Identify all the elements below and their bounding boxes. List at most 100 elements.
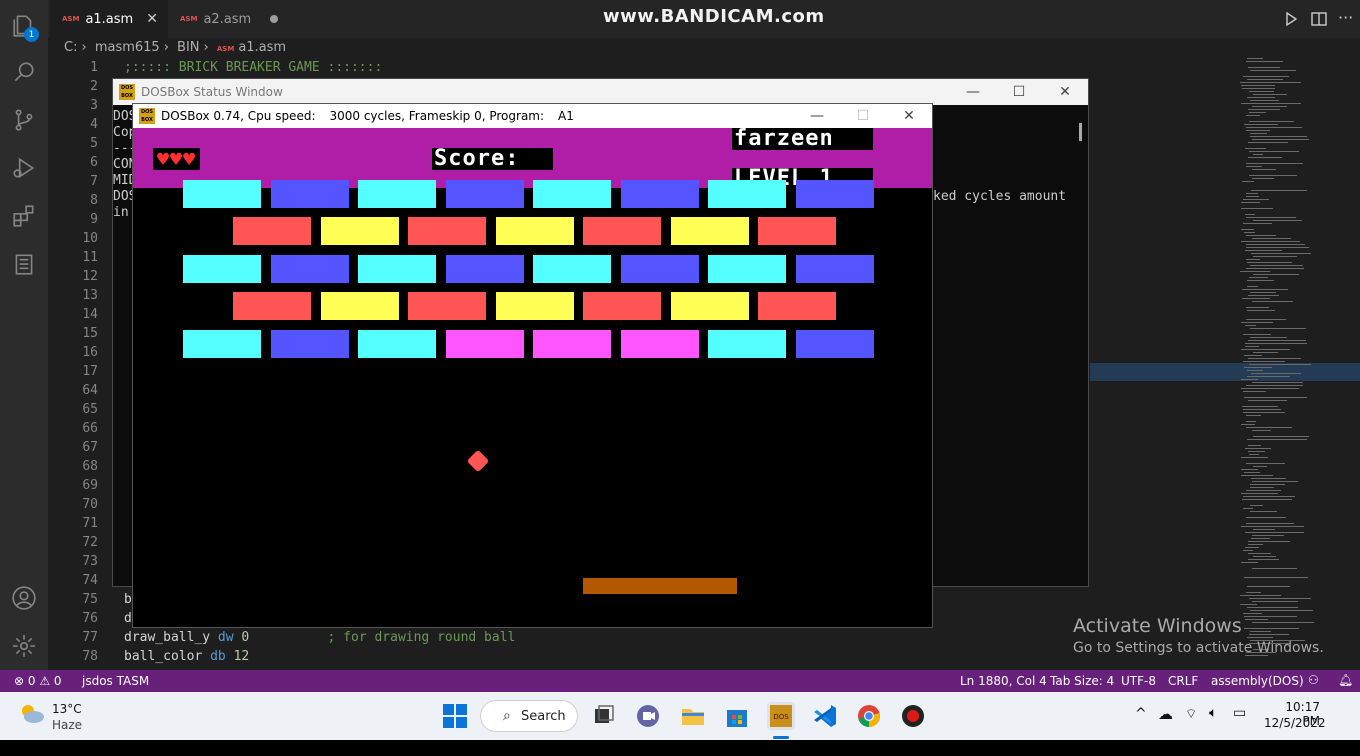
minimap-line <box>1248 142 1288 143</box>
minimap-line <box>1253 529 1275 530</box>
split-editor-icon[interactable] <box>1310 10 1328 28</box>
minimap-line <box>1246 427 1292 428</box>
encoding[interactable]: UTF-8 <box>1121 674 1156 688</box>
minimap-line <box>1243 199 1269 200</box>
breadcrumb-item[interactable]: a1.asm <box>238 40 286 55</box>
brick <box>183 180 261 208</box>
record-icon[interactable] <box>899 702 927 730</box>
breadcrumb: C: › masm615 › BIN › ASM a1.asm <box>64 40 290 55</box>
file-explorer-icon[interactable] <box>679 702 707 730</box>
taskbar-search[interactable]: ⌕ Search <box>480 700 578 732</box>
volume-icon[interactable]: 🔈︎ <box>1209 705 1217 721</box>
line-ending[interactable]: CRLF <box>1168 674 1198 688</box>
minimap-line <box>1253 274 1299 275</box>
minimap-line <box>1248 358 1301 359</box>
clock-date[interactable]: 12/5/2022 <box>1264 716 1326 730</box>
brick <box>620 180 699 208</box>
microsoft-store-icon[interactable] <box>723 702 751 730</box>
windows-start-icon[interactable] <box>441 702 469 730</box>
minimap-line <box>1247 97 1275 98</box>
brick <box>533 330 611 358</box>
minimap-line <box>1244 124 1278 125</box>
source-control-icon[interactable] <box>8 104 40 136</box>
feedback-icon[interactable]: ⚇ <box>1308 673 1319 687</box>
activity-bar: 1 <box>0 0 48 670</box>
close-button[interactable]: ✕ <box>1042 79 1088 105</box>
wifi-icon[interactable]: ⌔ <box>1185 706 1197 722</box>
teams-chat-icon[interactable] <box>634 702 662 730</box>
tab-a2[interactable]: ASM a2.asm <box>168 0 290 38</box>
minimize-button[interactable]: — <box>794 104 840 128</box>
minimap[interactable] <box>1232 58 1350 670</box>
brick <box>583 292 661 320</box>
weather-temp[interactable]: 13°C <box>52 702 82 716</box>
tab-a1[interactable]: ASM a1.asm ✕ <box>50 0 168 38</box>
extensions-icon[interactable] <box>8 200 40 232</box>
problems-indicator[interactable]: ⊗ 0 ⚠ 0 <box>14 674 62 688</box>
minimap-line <box>1251 373 1301 374</box>
weather-desc[interactable]: Haze <box>52 718 82 732</box>
minimap-line <box>1245 343 1307 344</box>
minimap-line <box>1241 379 1258 380</box>
settings-gear-icon[interactable] <box>8 630 40 662</box>
chevron-up-icon[interactable]: ^ <box>1135 706 1147 722</box>
minimap-line <box>1248 541 1290 542</box>
scrollbar-thumb[interactable] <box>1079 123 1082 141</box>
brick <box>795 330 874 358</box>
search-label: Search <box>521 708 566 724</box>
task-view-icon[interactable] <box>590 702 618 730</box>
explorer-icon[interactable]: 1 <box>8 10 40 42</box>
minimap-line <box>1252 568 1297 569</box>
search-icon[interactable] <box>8 56 40 88</box>
dosbox-title-program: A1 <box>558 109 574 123</box>
tab-size[interactable]: Tab Size: 4 <box>1050 674 1114 688</box>
cursor-position[interactable]: Ln 1880, Col 4 <box>960 674 1047 688</box>
minimap-line <box>1250 328 1306 329</box>
brick <box>183 255 261 283</box>
chevron-right-icon: › <box>81 40 87 55</box>
minimap-line <box>1242 181 1254 182</box>
chrome-icon[interactable] <box>855 702 883 730</box>
maximize-button[interactable]: ☐ <box>840 104 886 128</box>
minimap-line <box>1245 448 1271 449</box>
weather-haze-icon[interactable] <box>18 702 46 726</box>
breadcrumb-item[interactable]: C: <box>64 40 77 55</box>
language-mode[interactable]: assembly(DOS) <box>1211 674 1304 688</box>
run-icon[interactable] <box>1282 10 1300 28</box>
vscode-icon[interactable] <box>811 702 839 730</box>
breadcrumb-item[interactable]: BIN <box>177 40 199 55</box>
brick <box>670 217 749 245</box>
paddle[interactable] <box>583 578 737 594</box>
account-icon[interactable] <box>8 582 40 614</box>
minimap-line <box>1241 103 1301 104</box>
onedrive-cloud-icon[interactable]: ☁ <box>1158 705 1173 723</box>
asm-file-icon: ASM <box>180 15 198 23</box>
minimap-line <box>1253 436 1309 437</box>
maximize-button[interactable]: ☐ <box>996 79 1042 105</box>
minimap-line <box>1240 82 1301 83</box>
status-window-titlebar[interactable]: DOS BOX DOSBox Status Window — ☐ ✕ <box>113 79 1088 105</box>
minimap-line <box>1252 601 1298 602</box>
dosbox-taskbar-icon[interactable]: DOS <box>767 702 795 730</box>
minimap-line <box>1251 538 1270 539</box>
minimap-line <box>1252 382 1303 383</box>
minimize-button[interactable]: — <box>950 79 996 105</box>
remote-explorer-icon[interactable] <box>8 248 40 280</box>
minimap-line <box>1240 604 1257 605</box>
unsaved-dot-icon[interactable] <box>270 15 278 23</box>
close-button[interactable]: ✕ <box>886 104 932 128</box>
jsdos-indicator[interactable]: jsdos TASM <box>82 674 149 688</box>
dosbox-titlebar[interactable]: DOS BOX DOSBox 0.74, Cpu speed: 3000 cycl… <box>133 104 932 128</box>
close-icon[interactable]: ✕ <box>146 11 158 27</box>
brick <box>495 292 574 320</box>
run-debug-icon[interactable] <box>8 152 40 184</box>
minimap-line <box>1252 238 1291 239</box>
brick <box>708 255 786 283</box>
brick <box>445 330 524 358</box>
more-actions-icon[interactable]: ··· <box>1338 8 1353 27</box>
editor-tabs: ASM a1.asm ✕ ASM a2.asm www.BANDICAM.com… <box>48 0 1360 38</box>
tab-label: a1.asm <box>85 11 134 27</box>
battery-icon[interactable]: ▭ <box>1233 705 1246 721</box>
notifications-bell-icon[interactable]: 🔔︎ <box>1338 673 1353 687</box>
breadcrumb-item[interactable]: masm615 <box>95 40 160 55</box>
